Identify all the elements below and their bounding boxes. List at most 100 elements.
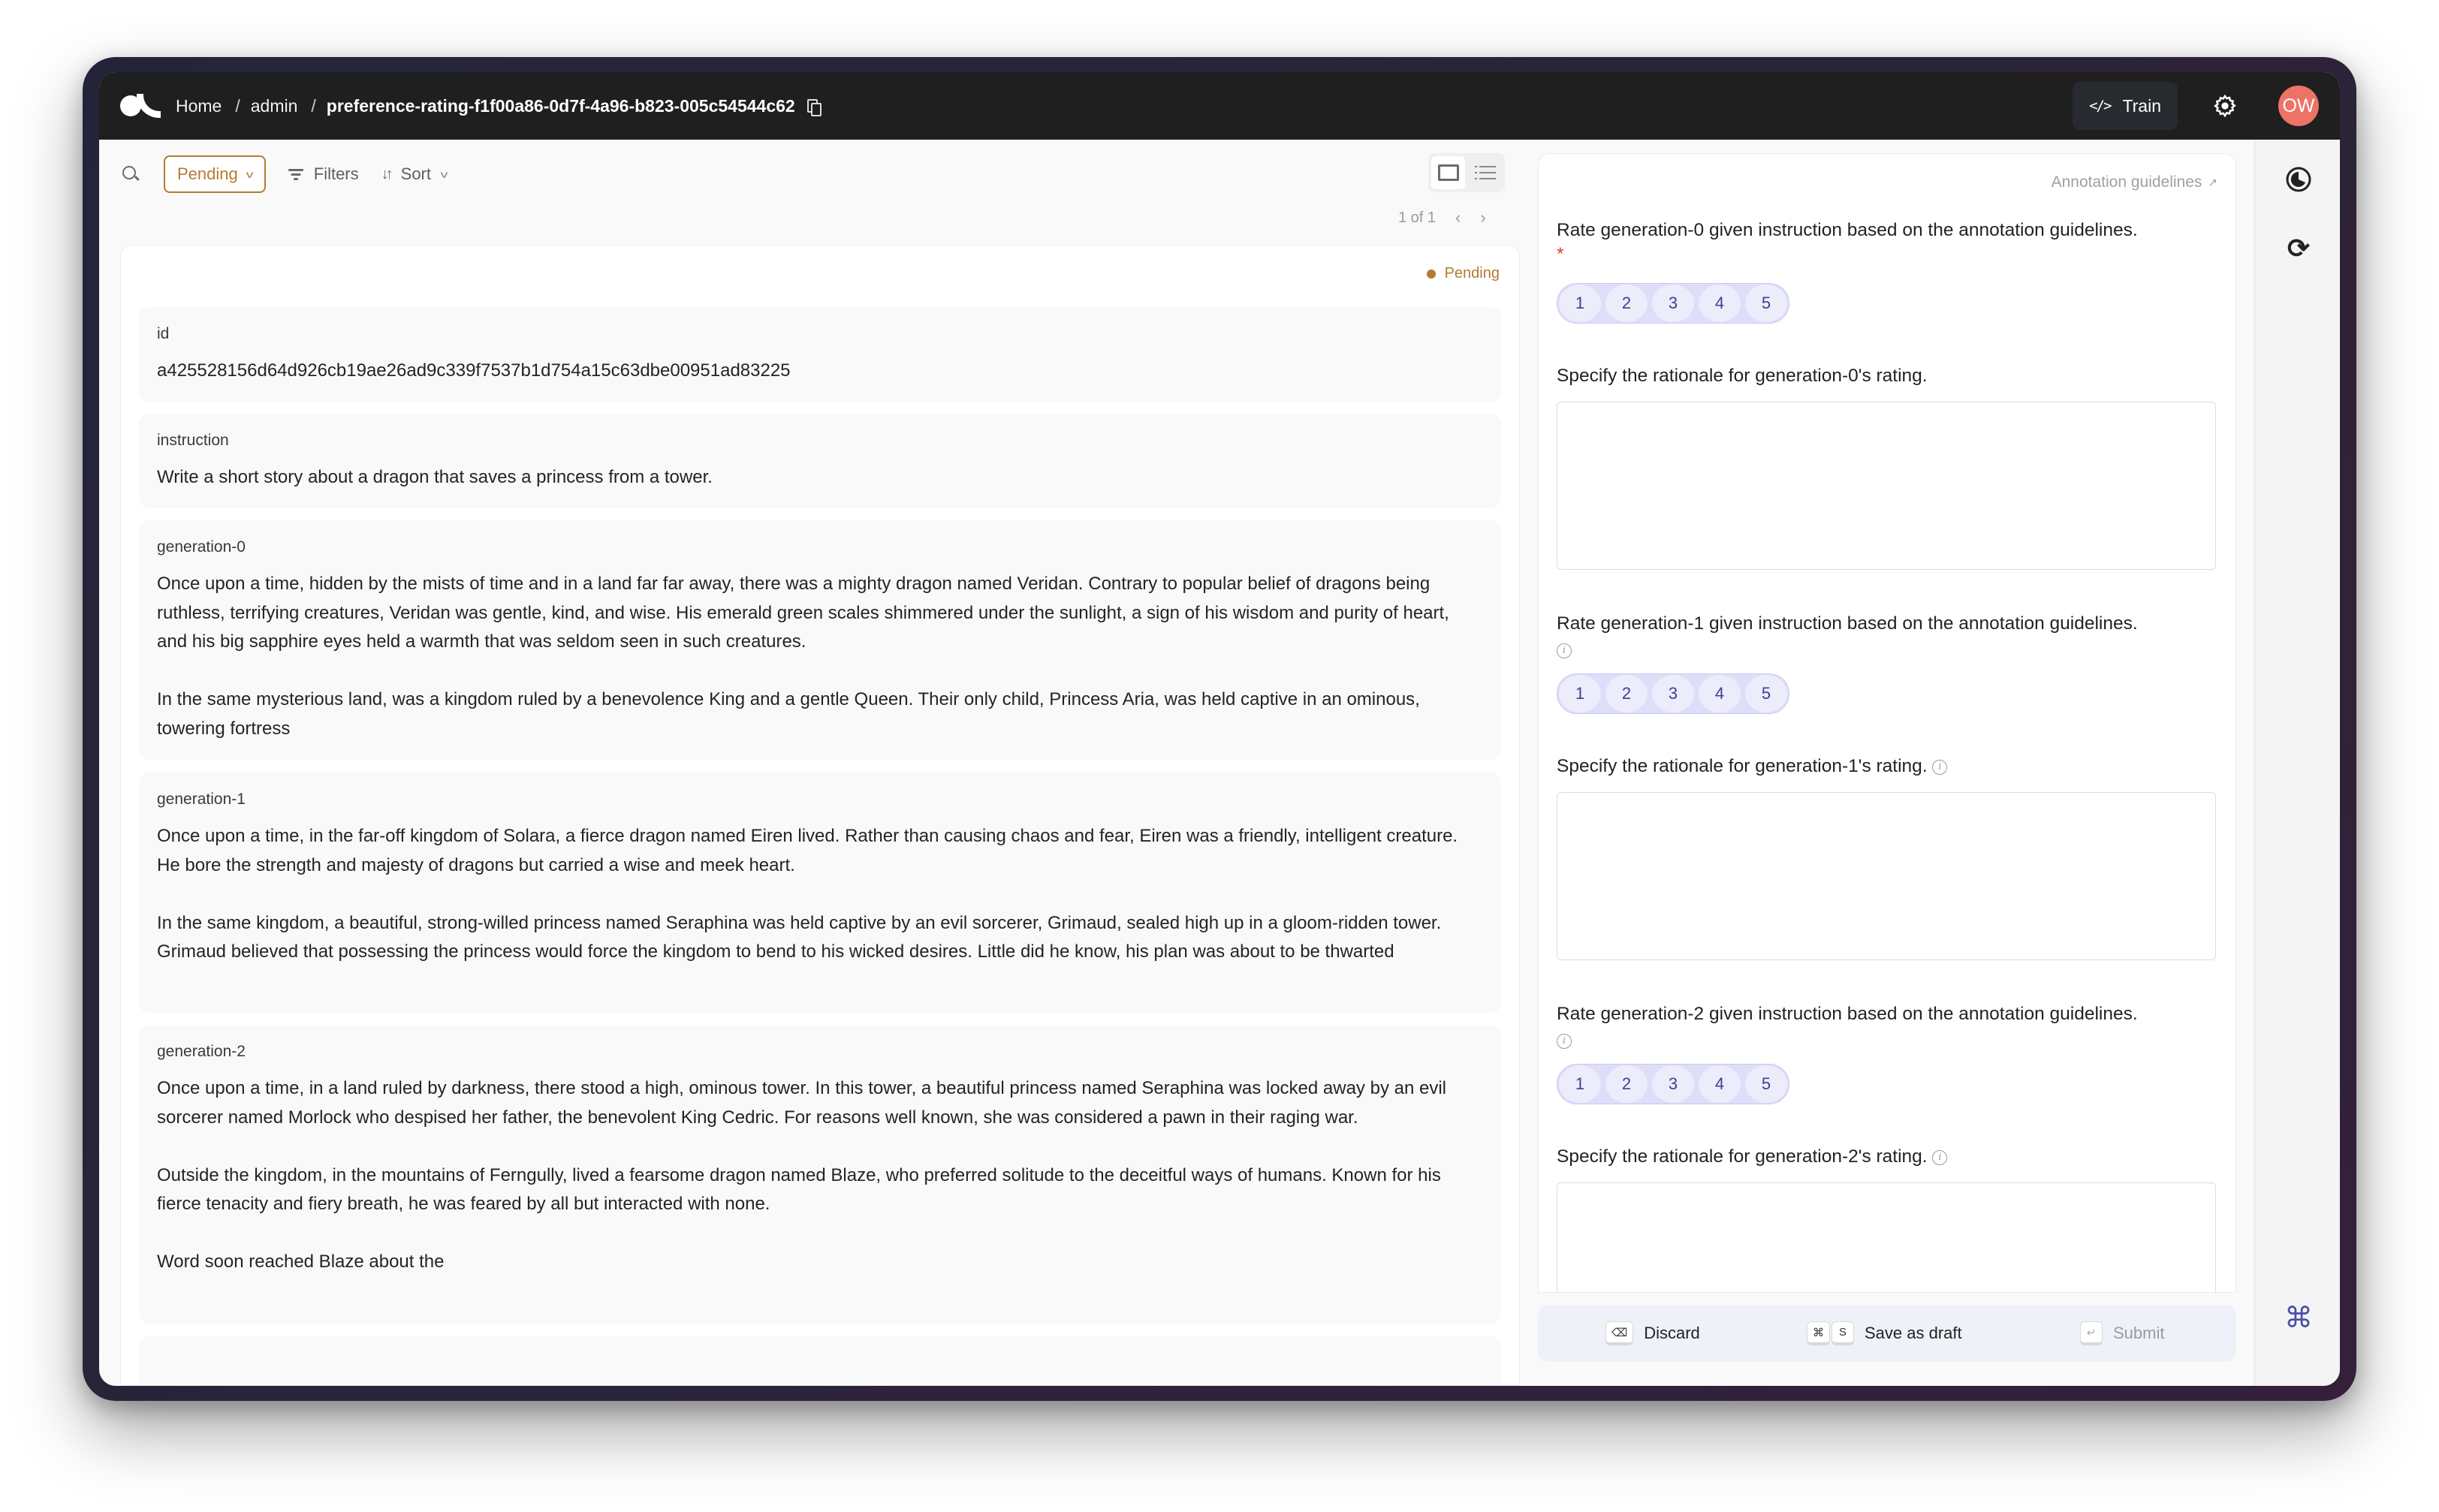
- code-icon: </>: [2089, 98, 2112, 114]
- rating-option-5[interactable]: 5: [1745, 285, 1787, 322]
- status-filter-value: Pending: [177, 164, 238, 183]
- rationale-question-row: Specify the rationale for generation-1's…: [1557, 756, 1948, 777]
- rating-option-1[interactable]: 1: [1559, 285, 1601, 322]
- rating-option-5[interactable]: 5: [1745, 1065, 1787, 1103]
- breadcrumb-workspace[interactable]: admin: [251, 96, 298, 116]
- rating-option-2[interactable]: 2: [1605, 675, 1648, 712]
- app-screen: Home / admin / preference-rating-f1f00a8…: [99, 72, 2340, 1386]
- field-label: generation-0: [157, 538, 246, 556]
- save-draft-button[interactable]: ⌘ S Save as draft: [1807, 1321, 1962, 1345]
- save-draft-label: Save as draft: [1865, 1324, 1962, 1342]
- topbar-actions: </> Train OW: [2073, 82, 2319, 130]
- rating-option-4[interactable]: 4: [1699, 1065, 1741, 1103]
- breadcrumb-home[interactable]: Home: [176, 96, 222, 116]
- field-value: a425528156d64d926cb19ae26ad9c339f7537b1d…: [157, 360, 791, 381]
- sort-label: Sort: [400, 164, 431, 183]
- argilla-logo-icon[interactable]: [120, 94, 161, 118]
- top-bar: Home / admin / preference-rating-f1f00a8…: [99, 72, 2340, 140]
- rating-question-title: Rate generation-0 given instruction base…: [1557, 220, 2138, 240]
- info-icon[interactable]: i: [1932, 1149, 1948, 1165]
- field-generation-1: generation-1 Once upon a time, in the fa…: [139, 773, 1501, 1013]
- field-label: instruction: [157, 432, 229, 449]
- rating-option-1[interactable]: 1: [1559, 1065, 1601, 1103]
- copy-icon[interactable]: [806, 99, 822, 116]
- search-icon[interactable]: [120, 164, 141, 185]
- rationale-question-title: Specify the rationale for generation-0's…: [1557, 366, 1928, 386]
- rating-option-5[interactable]: 5: [1745, 675, 1787, 712]
- pagination: 1 of 1 ‹ ›: [1398, 206, 1486, 230]
- breadcrumb-separator: /: [311, 95, 316, 116]
- single-record-view-button[interactable]: [1431, 156, 1465, 189]
- train-button[interactable]: </> Train: [2073, 82, 2178, 130]
- rating-option-2[interactable]: 2: [1605, 285, 1648, 322]
- rating-options-generation-2: 1 2 3 4 5: [1557, 1064, 1789, 1104]
- field-generation-2: generation-2 Once upon a time, in a land…: [139, 1025, 1501, 1324]
- field-value: Once upon a time, hidden by the mists of…: [157, 574, 1449, 739]
- external-link-icon: ↗: [2208, 176, 2217, 189]
- field-value: Once upon a time, in the far-off kingdom…: [157, 826, 1458, 962]
- right-sidebar: ⟳ ⌘: [2254, 140, 2340, 1386]
- rationale-textarea-generation-0[interactable]: [1557, 402, 2216, 570]
- required-asterisk: *: [1557, 244, 1564, 264]
- next-page-button[interactable]: ›: [1480, 208, 1485, 227]
- rating-option-3[interactable]: 3: [1652, 675, 1694, 712]
- info-icon[interactable]: i: [1557, 1034, 1572, 1049]
- status-dot-icon: [1426, 269, 1436, 279]
- device-frame: Home / admin / preference-rating-f1f00a8…: [83, 57, 2356, 1401]
- annotation-form: Annotation guidelines ↗ Rate generation-…: [1538, 153, 2236, 1293]
- prev-page-button[interactable]: ‹: [1455, 208, 1461, 227]
- field-label: id: [157, 325, 170, 342]
- rating-question-title: Rate generation-1 given instruction base…: [1557, 613, 2138, 634]
- enter-key-icon: ↵: [2080, 1321, 2103, 1345]
- field-instruction: instruction Write a short story about a …: [139, 414, 1501, 508]
- rating-question-title: Rate generation-2 given instruction base…: [1557, 1004, 2138, 1024]
- rating-options-generation-0: 1 2 3 4 5: [1557, 283, 1789, 324]
- rating-option-2[interactable]: 2: [1605, 1065, 1648, 1103]
- field-generation-0: generation-0 Once upon a time, hidden by…: [139, 520, 1501, 761]
- record-status-label: Pending: [1444, 265, 1500, 282]
- bulk-view-button[interactable]: [1468, 156, 1502, 189]
- info-icon[interactable]: i: [1932, 759, 1948, 775]
- sort-button[interactable]: ↓↑ Sort v: [381, 164, 448, 184]
- s-key: S: [1832, 1321, 1854, 1345]
- rationale-textarea-generation-1[interactable]: [1557, 792, 2216, 960]
- list-view-icon: [1474, 166, 1496, 179]
- info-icon[interactable]: i: [1557, 643, 1572, 658]
- discard-label: Discard: [1644, 1324, 1700, 1342]
- breadcrumb-dataset: preference-rating-f1f00a86-0d7f-4a96-b82…: [326, 95, 795, 116]
- field-next-partial: [139, 1336, 1501, 1385]
- refresh-icon[interactable]: ⟳: [2286, 233, 2311, 264]
- user-avatar[interactable]: OW: [2278, 86, 2319, 126]
- annotation-guidelines-link[interactable]: Annotation guidelines ↗: [2052, 173, 2217, 191]
- rationale-question-row: Specify the rationale for generation-2's…: [1557, 1146, 1948, 1167]
- pagination-text: 1 of 1: [1398, 209, 1437, 226]
- submit-label: Submit: [2113, 1324, 2165, 1342]
- theme-toggle-icon[interactable]: [2286, 167, 2311, 192]
- record-card: Pending id a425528156d64d926cb19ae26ad9c…: [120, 245, 1520, 1386]
- rating-option-3[interactable]: 3: [1652, 1065, 1694, 1103]
- field-label: generation-2: [157, 1043, 246, 1060]
- train-label: Train: [2122, 95, 2161, 116]
- rating-option-4[interactable]: 4: [1699, 675, 1741, 712]
- chevron-down-icon: v: [246, 168, 254, 180]
- guidelines-label: Annotation guidelines: [2051, 173, 2202, 191]
- submit-button[interactable]: ↵ Submit: [2080, 1321, 2164, 1345]
- rating-option-3[interactable]: 3: [1652, 285, 1694, 322]
- backspace-key-icon: ⌫: [1605, 1321, 1634, 1345]
- discard-button[interactable]: ⌫ Discard: [1605, 1321, 1700, 1345]
- rationale-question-title: Specify the rationale for generation-2's…: [1557, 1146, 1928, 1167]
- sort-icon: ↓↑: [381, 165, 393, 182]
- single-view-icon: [1437, 164, 1459, 181]
- rating-option-1[interactable]: 1: [1559, 675, 1601, 712]
- field-value: Write a short story about a dragon that …: [157, 467, 713, 487]
- record-status-badge: Pending: [1426, 265, 1500, 282]
- command-icon[interactable]: ⌘: [2284, 1303, 2313, 1334]
- status-filter-dropdown[interactable]: Pending v: [164, 155, 266, 193]
- filters-button[interactable]: Filters: [288, 164, 359, 184]
- gear-icon[interactable]: [2212, 93, 2238, 119]
- rating-options-generation-1: 1 2 3 4 5: [1557, 673, 1789, 714]
- breadcrumb-separator: /: [235, 95, 240, 116]
- rating-option-4[interactable]: 4: [1699, 285, 1741, 322]
- rationale-textarea-generation-2[interactable]: [1557, 1182, 2216, 1292]
- form-actions-bar: ⌫ Discard ⌘ S Save as draft ↵ Submit: [1538, 1305, 2236, 1362]
